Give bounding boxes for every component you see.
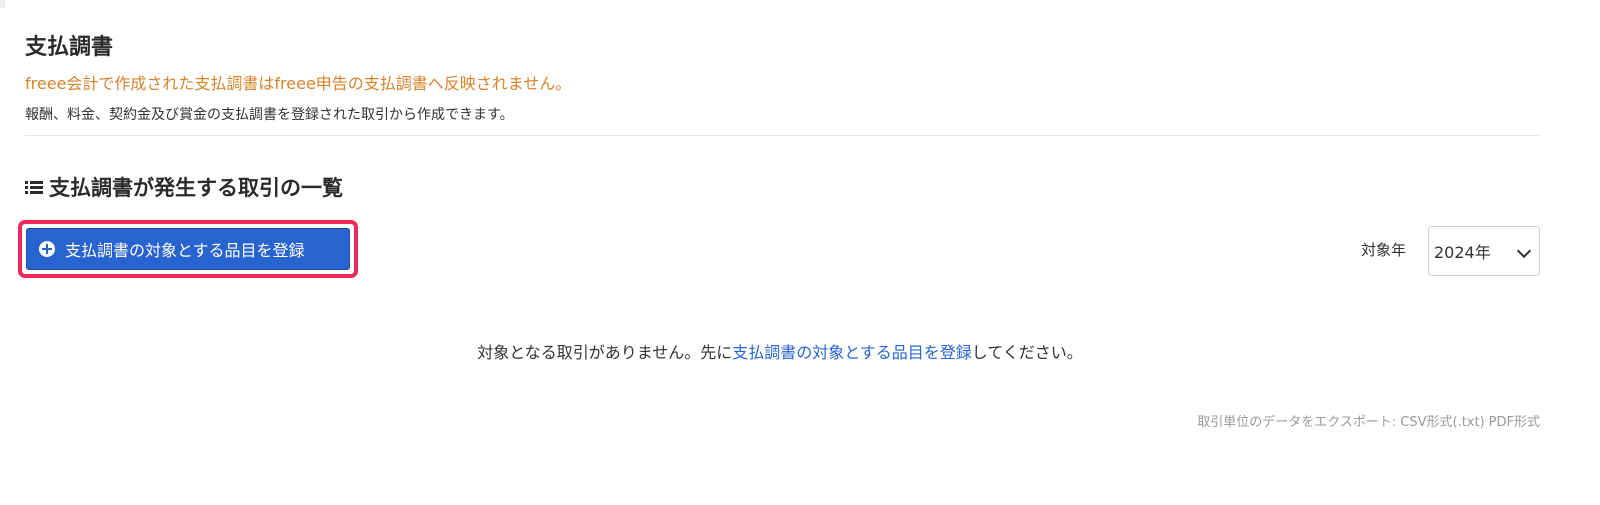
empty-state-suffix: してください。 <box>971 343 1083 362</box>
corner-mark <box>0 0 5 8</box>
export-label: 取引単位のデータをエクスポート: <box>1197 415 1397 430</box>
empty-state-message: 対象となる取引がありません。先に支払調書の対象とする品目を登録してください。 <box>0 341 1560 365</box>
register-items-button[interactable]: 支払調書の対象とする品目を登録 <box>26 228 350 270</box>
export-pdf-link[interactable]: PDF形式 <box>1489 415 1540 430</box>
description-text: 報酬、料金、契約金及び賞金の支払調書を登録された取引から作成できます。 <box>25 107 514 123</box>
page-title: 支払調書 <box>25 35 114 60</box>
warning-text: freee会計で作成された支払調書はfreee申告の支払調書へ反映されません。 <box>25 74 572 93</box>
export-csv-link[interactable]: CSV形式(.txt) <box>1400 415 1484 430</box>
plus-circle-icon <box>39 241 55 257</box>
register-items-link[interactable]: 支払調書の対象とする品目を登録 <box>732 343 972 362</box>
page: 支払調書 freee会計で作成された支払調書はfreee申告の支払調書へ反映され… <box>0 0 1600 505</box>
register-button-label: 支払調書の対象とする品目を登録 <box>65 241 305 260</box>
target-year-select[interactable]: 2024年 <box>1428 226 1540 276</box>
section-title-text: 支払調書が発生する取引の一覧 <box>49 176 343 200</box>
register-button-highlight: 支払調書の対象とする品目を登録 <box>18 220 358 278</box>
chevron-down-icon <box>1516 243 1532 259</box>
section-title: 支払調書が発生する取引の一覧 <box>25 173 343 203</box>
divider <box>25 135 1540 136</box>
target-year-value: 2024年 <box>1434 243 1491 262</box>
list-icon <box>25 180 43 196</box>
empty-state-prefix: 対象となる取引がありません。先に <box>477 343 733 362</box>
target-year-label: 対象年 <box>1361 241 1407 259</box>
export-links: 取引単位のデータをエクスポート: CSV形式(.txt) PDF形式 <box>1197 413 1540 433</box>
